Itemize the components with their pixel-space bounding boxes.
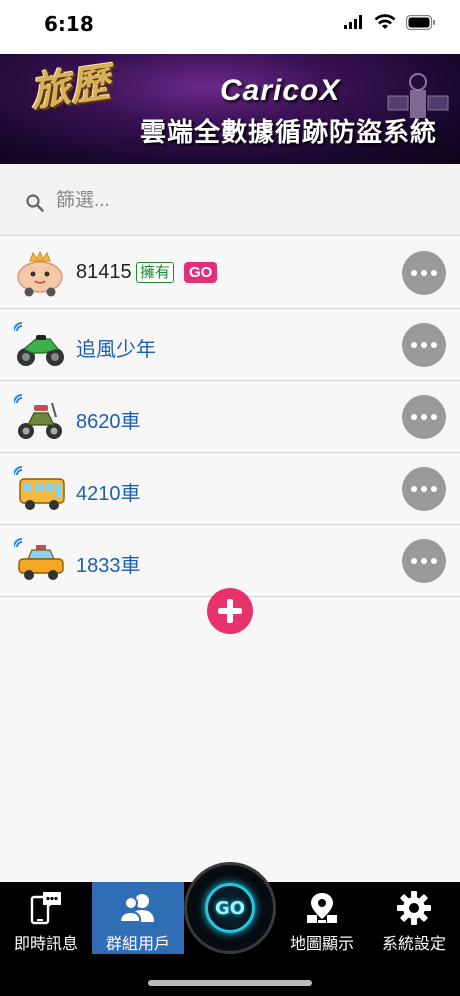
more-icon-dot [431,558,437,564]
app-banner: 旅歷 CaricoX 雲端全數據循跡防盜系統 [0,54,460,164]
more-options-button[interactable] [402,323,446,367]
gear-icon [397,890,431,926]
go-center-button[interactable]: GO [184,862,276,954]
tab-map[interactable]: 地圖顯示 [276,882,368,954]
bus-icon [14,466,65,510]
tab-label: 群組用戶 [105,936,170,953]
vehicle-name: 1833車 [76,555,141,577]
more-icon-dot [421,342,427,348]
vehicle-list: 81415 擁有 GO 追風少年 8620車 4210車 1833車 [0,237,460,597]
list-item[interactable]: 81415 擁有 GO [0,237,460,309]
more-options-button[interactable] [402,395,446,439]
users-icon [120,890,156,926]
more-options-button[interactable] [402,539,446,583]
search-bar [0,164,460,236]
tab-messages[interactable]: 即時訊息 [0,882,92,954]
more-icon-dot [431,414,437,420]
taxi-icon [14,538,64,580]
more-options-button[interactable] [402,467,446,511]
home-indicator[interactable] [148,980,312,986]
banner-subtitle: 雲端全數據循跡防盜系統 [140,117,438,147]
message-phone-icon [29,890,63,926]
tab-settings[interactable]: 系統設定 [368,882,460,954]
search-input[interactable] [56,186,416,216]
more-icon-dot [421,414,427,420]
map-pin-icon [305,890,339,926]
list-item[interactable]: 1833車 [0,525,460,597]
more-icon-dot [421,486,427,492]
search-icon [26,194,44,212]
add-vehicle-button[interactable] [207,588,253,634]
vehicle-name: 81415 [76,261,132,283]
more-options-button[interactable] [402,251,446,295]
wifi-icon [374,14,396,29]
more-icon-dot [411,270,417,276]
list-item[interactable]: 追風少年 [0,309,460,381]
go-badge[interactable]: GO [184,262,218,283]
cute-car-icon [17,250,63,297]
more-icon-dot [411,558,417,564]
go-label: GO [214,898,246,919]
tab-label: 即時訊息 [13,936,78,953]
scooter-icon [14,394,62,439]
more-icon-dot [431,486,437,492]
more-icon-dot [431,270,437,276]
status-bar: 6:18 [0,0,460,54]
tab-label: 系統設定 [381,936,446,953]
more-icon-dot [431,342,437,348]
tab-label: 地圖顯示 [289,936,354,953]
banner-logo: 旅歷 [27,58,113,117]
motorcycle-icon [14,322,64,366]
status-icons [344,14,436,30]
more-icon-dot [411,414,417,420]
owner-badge: 擁有 [136,262,175,283]
list-item[interactable]: 4210車 [0,453,460,525]
more-icon-dot [421,558,427,564]
more-icon-dot [421,270,427,276]
vehicle-name: 4210車 [76,483,141,505]
vehicle-name: 追風少年 [76,339,156,361]
more-icon-dot [411,486,417,492]
banner-brand: CaricoX [220,74,341,107]
status-time: 6:18 [44,12,94,36]
list-item[interactable]: 8620車 [0,381,460,453]
vehicle-name: 8620車 [76,411,141,433]
battery-icon [406,14,435,30]
signal-icon [344,15,362,29]
more-icon-dot [411,342,417,348]
tab-group-users[interactable]: 群組用戶 [92,882,184,954]
